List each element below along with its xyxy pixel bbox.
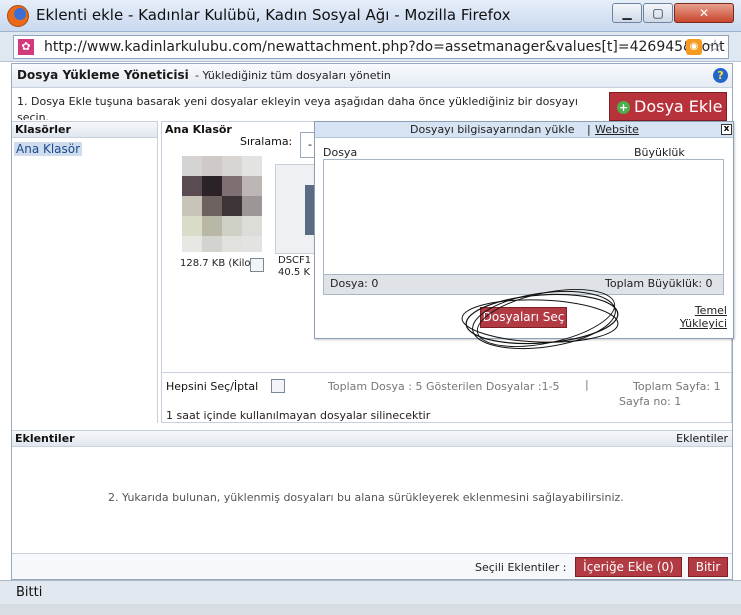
close-icon[interactable]: x [721, 124, 732, 135]
folders-pane: Klasörler Ana Klasör [12, 121, 158, 423]
files-footer: Hepsini Seç/İptal Toplam Dosya : 5 Göste… [162, 372, 731, 422]
background-strip [0, 604, 741, 615]
page-subtitle: - Yüklediğiniz tüm dosyaları yönetin [195, 69, 391, 82]
file-count: Dosya: 0 [330, 277, 379, 290]
upload-instructions: 1. Dosya Ekle tuşuna basarak yeni dosyal… [17, 95, 578, 120]
select-all-label: Hepsini Seç/İptal [166, 380, 259, 393]
attachments-heading-right: Eklentiler [676, 432, 728, 445]
total-size: Toplam Büyüklük: 0 [605, 277, 713, 290]
select-files-button[interactable]: Dosyaları Seç [480, 307, 567, 328]
bookmark-star-icon[interactable]: ☆ [707, 36, 723, 57]
help-icon[interactable]: ? [713, 68, 728, 83]
attachments-header: Eklentiler Eklentiler [12, 431, 732, 447]
maximize-button[interactable]: ▢ [643, 3, 673, 23]
folders-heading: Klasörler [12, 122, 157, 138]
thumbnail-name-caption: DSCF1 [278, 255, 312, 266]
cleanup-note: 1 saat içinde kullanılmayan dosyalar sil… [166, 409, 431, 422]
address-bar: ✿ http://www.kadinlarkulubu.com/newattac… [0, 32, 741, 62]
size-column-header: Büyüklük [634, 146, 685, 159]
url-text: http://www.kadinlarkulubu.com/newattachm… [44, 39, 725, 55]
close-window-button[interactable]: ✕ [674, 3, 734, 23]
page-title: Dosya Yükleme Yöneticisi [17, 68, 189, 82]
thumbnail-size-caption: 128.7 KB (Kilo [180, 258, 251, 269]
page-number: Sayfa no: 1 [619, 395, 682, 408]
attachments-drop-area[interactable]: 2. Yukarıda bulunan, yüklenmiş dosyaları… [108, 491, 624, 504]
upload-dialog-titlebar: Dosyayı bilgisayarından yükle | Website … [315, 122, 733, 138]
file-stats: Toplam Dosya : 5 Gösterilen Dosyalar :1-… [328, 380, 560, 393]
stats-separator: | [585, 378, 589, 391]
folder-item-root[interactable]: Ana Klasör [14, 142, 83, 156]
upload-list-footer: Dosya: 0 Toplam Büyüklük: 0 [323, 275, 724, 295]
sort-label: Sıralama: [240, 135, 293, 148]
file-thumbnail[interactable] [275, 164, 315, 254]
upload-dialog-title: Dosyayı bilgisayarından yükle [410, 123, 575, 136]
file-select-checkbox[interactable] [250, 258, 264, 272]
file-column-header: Dosya [323, 146, 358, 159]
plus-icon: + [617, 101, 630, 114]
select-all-checkbox[interactable] [271, 379, 285, 393]
add-file-button[interactable]: + Dosya Ekle [609, 92, 727, 121]
window-title: Eklenti ekle - Kadınlar Kulübü, Kadın So… [36, 6, 511, 24]
upload-manager: Dosya Yükleme Yöneticisi - Yüklediğiniz … [11, 63, 734, 580]
status-text: Bitti [16, 585, 43, 600]
url-input[interactable]: ✿ http://www.kadinlarkulubu.com/newattac… [13, 35, 729, 59]
insert-into-content-button[interactable]: İçeriğe Ekle (0) [575, 557, 682, 577]
upload-file-list[interactable] [323, 159, 724, 275]
website-link[interactable]: Website [595, 122, 639, 138]
file-thumbnail[interactable]: 128.7 KB (Kilo [174, 156, 264, 272]
total-pages: Toplam Sayfa: 1 [633, 380, 721, 393]
manager-header: Dosya Yükleme Yöneticisi - Yüklediğiniz … [12, 64, 732, 88]
attachments-heading: Eklentiler [15, 432, 75, 445]
attachments-footer: Seçili Eklentiler : İçeriğe Ekle (0) Bit… [12, 553, 732, 579]
selected-attachments-label: Seçili Eklentiler : [475, 561, 567, 574]
thumbnail-size-caption: 40.5 K [278, 267, 311, 278]
title-separator: | [587, 123, 591, 136]
basic-uploader-link[interactable]: Temel Yükleyici [667, 304, 727, 330]
add-file-label: Dosya Ekle [634, 97, 723, 116]
rss-icon[interactable]: ◉ [686, 39, 702, 55]
site-favicon-icon: ✿ [18, 39, 34, 55]
attachments-pane: Eklentiler Eklentiler 2. Yukarıda buluna… [12, 430, 732, 579]
done-button[interactable]: Bitir [688, 557, 728, 577]
upload-dialog: Dosyayı bilgisayarından yükle | Website … [314, 121, 734, 350]
minimize-button[interactable]: ▁ [612, 3, 642, 23]
status-bar: Bitti [0, 580, 741, 604]
firefox-icon [7, 5, 29, 27]
window-titlebar: Eklenti ekle - Kadınlar Kulübü, Kadın So… [0, 0, 741, 32]
